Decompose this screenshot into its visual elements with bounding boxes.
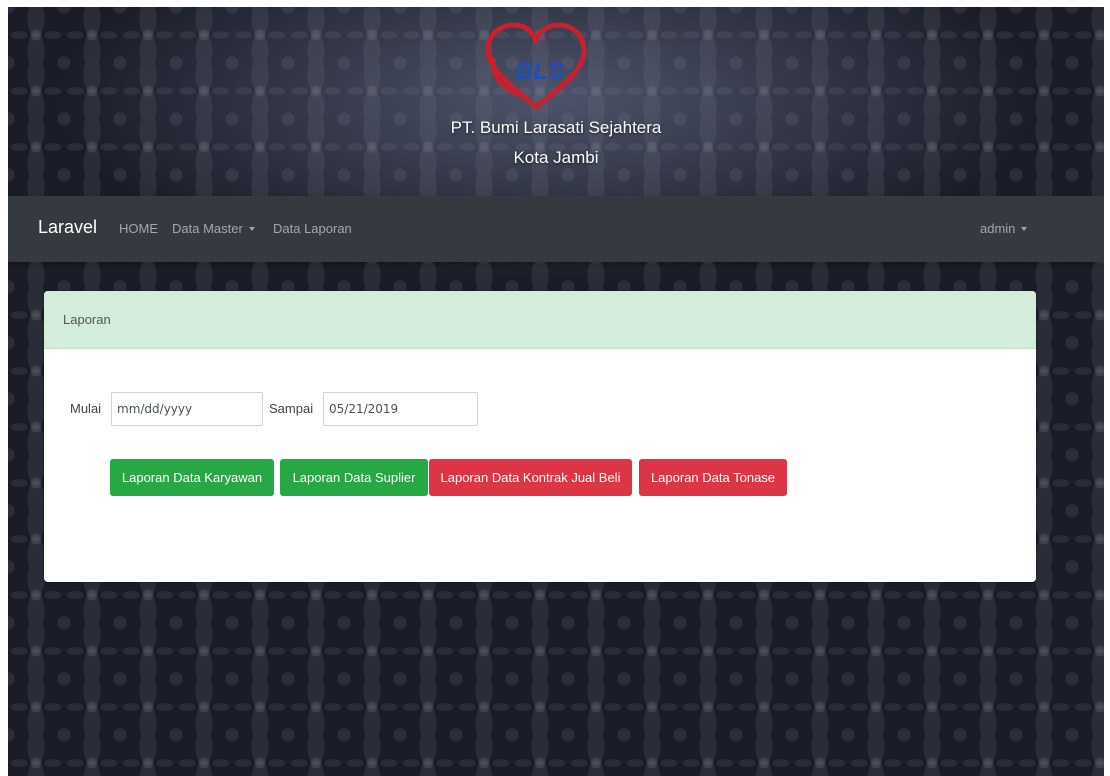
start-date-input[interactable]: mm/dd/yyyy [111, 392, 263, 426]
page-background: BLS PT. Bumi Larasati Sejahtera Kota Jam… [8, 7, 1104, 776]
user-menu-dropdown[interactable]: admin [980, 221, 1028, 236]
card-title: Laporan [63, 312, 111, 327]
chevron-down-icon [248, 227, 255, 231]
end-date-input[interactable]: 05/21/2019 [323, 392, 478, 426]
user-menu-label: admin [980, 221, 1016, 236]
company-name: PT. Bumi Larasati Sejahtera [450, 118, 662, 137]
nav-data-master-label: Data Master [172, 221, 243, 236]
laporan-tonase-button[interactable]: Laporan Data Tonase [639, 459, 787, 496]
nav-home-label: HOME [119, 221, 158, 236]
start-date-label: Mulai [70, 401, 102, 416]
company-logo: BLS [485, 22, 587, 109]
nav-home[interactable]: HOME [119, 221, 158, 236]
nav-data-laporan[interactable]: Data Laporan [273, 221, 352, 236]
laporan-suplier-button[interactable]: Laporan Data Suplier [280, 459, 428, 496]
logo-text: BLS [516, 58, 564, 85]
company-city: Kota Jambi [513, 148, 599, 167]
navbar: Laravel HOME Data Master Data Laporan ad… [8, 196, 1104, 262]
report-card: Laporan Mulai mm/dd/yyyy Sampai 05/21/20… [44, 291, 1036, 582]
laporan-kontrak-jual-beli-button[interactable]: Laporan Data Kontrak Jual Beli [429, 459, 632, 496]
end-date-label: Sampai [269, 401, 314, 416]
nav-data-laporan-label: Data Laporan [273, 221, 352, 236]
navbar-brand[interactable]: Laravel [38, 217, 97, 238]
chevron-down-icon [1021, 227, 1028, 231]
header-banner: BLS PT. Bumi Larasati Sejahtera Kota Jam… [8, 7, 1104, 196]
nav-data-master-dropdown[interactable]: Data Master [172, 221, 255, 236]
card-header: Laporan [44, 291, 1036, 349]
laporan-karyawan-button[interactable]: Laporan Data Karyawan [110, 459, 274, 496]
